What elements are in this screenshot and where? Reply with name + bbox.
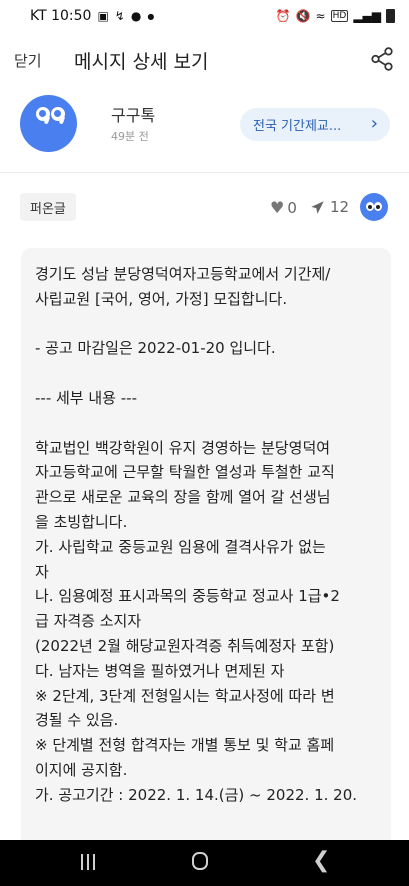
sender-name[interactable]: 구구톡 [111, 102, 155, 126]
message-line: 급 자격증 소지자 [35, 612, 142, 631]
top-bar: 닫기 메시지 상세 보기 [0, 32, 409, 88]
message-card: 경기도 성남 분당영덕여자고등학교에서 기간제/사립교원 [국어, 영어, 가정… [21, 248, 391, 848]
recent-apps-icon[interactable] [80, 854, 96, 870]
data-saver-icon: ↯ [114, 9, 125, 23]
message-line: 관으로 새로운 교육의 장을 함께 열어 갈 선생님 [35, 488, 331, 507]
message-line: 사립교원 [국어, 영어, 가정] 모집합니다. [35, 289, 288, 308]
like-count: 0 [287, 198, 297, 217]
message-line: --- 세부 내용 --- [35, 388, 137, 407]
channel-label: 전국 기간제교... [253, 119, 342, 134]
message-line: (2022년 2월 해당교원자격증 취득예정자 포함) [35, 636, 335, 655]
message-line: ※ 2단계, 3단계 전형일시는 학교사정에 따라 변 [35, 686, 335, 705]
message-line [35, 411, 383, 436]
chevron-right-icon: › [370, 113, 378, 134]
alarm-icon: ⏰ [275, 9, 291, 23]
battery-icon [386, 9, 395, 23]
message-line: ※ 단계별 전형 합격자는 개별 통보 및 학교 홈페 [35, 736, 335, 755]
message-line: 경기도 성남 분당영덕여자고등학교에서 기간제/ [35, 265, 331, 283]
share-count: 12 [330, 198, 350, 216]
message-line: 자 [35, 562, 49, 581]
sender-time: 49분 전 [111, 130, 149, 143]
message-line: 다. 남자는 병역을 필하였거나 면제된 자 [35, 661, 285, 680]
message-line: 가. 공고기간 : 2022. 1. 14.(금) ~ 2022. 1. 20. [35, 785, 358, 804]
avatar-eye-icon [374, 202, 382, 211]
home-icon[interactable] [192, 852, 208, 870]
message-line [35, 361, 383, 386]
message-line: - 공고 마감일은 2022-01-20 입니다. [35, 339, 276, 358]
avatar-eye-icon [366, 202, 374, 211]
like-button[interactable]: ♥ 0 [270, 198, 297, 217]
message-line: 을 초빙합니다. [35, 512, 128, 531]
avatar-eye-icon [51, 107, 65, 121]
repost-badge: 퍼온글 [20, 193, 76, 221]
message-line: 이지에 공지함. [35, 760, 128, 779]
signal-icon: ▂▄▆ [353, 9, 381, 23]
page-title: 메시지 상세 보기 [74, 50, 209, 73]
message-meta: 퍼온글 ♥ 0 12 [0, 190, 409, 226]
share-icon[interactable] [369, 46, 395, 72]
message-body: 경기도 성남 분당영덕여자고등학교에서 기간제/사립교원 [국어, 영어, 가정… [35, 262, 383, 808]
send-icon [311, 200, 324, 214]
heart-icon: ♥ [270, 198, 285, 217]
status-bar: KT 10:50 ▣ ↯ ● ● ⏰ 🔇 ≈ HD ▂▄▆ [0, 0, 409, 32]
back-icon[interactable]: ❮ [312, 848, 330, 873]
sender-profile: 구구톡 49분 전 전국 기간제교... › [0, 88, 409, 170]
system-nav-bar: ❮ [0, 840, 409, 886]
wifi-icon: ≈ [315, 9, 326, 23]
carrier-time: KT 10:50 [30, 8, 92, 24]
avatar-eye-icon [36, 107, 50, 121]
photo-icon: ▣ [97, 9, 109, 23]
avatar[interactable] [20, 95, 77, 152]
dot-icon: ● [147, 11, 155, 21]
chat-icon: ● [130, 9, 142, 23]
channel-button[interactable]: 전국 기간제교... › [240, 108, 390, 141]
divider [0, 172, 409, 173]
mute-icon: 🔇 [295, 9, 311, 23]
message-line: 학교법인 백강학원이 유지 경영하는 분당영덕여 [35, 438, 331, 457]
my-avatar[interactable] [360, 193, 388, 221]
hd-icon: HD [330, 10, 349, 22]
share-count-button[interactable]: 12 [310, 198, 349, 216]
close-button[interactable]: 닫기 [14, 50, 42, 71]
message-line: 나. 임용예정 표시과목의 중등학교 정교사 1급•2 [35, 587, 340, 606]
message-line: 경될 수 있음. [35, 711, 119, 730]
message-line: 가. 사립학교 중등교원 임용에 결격사유가 없는 [35, 537, 326, 556]
message-line [35, 312, 383, 337]
message-line: 자고등학교에 근무할 탁월한 열성과 투철한 교직 [35, 463, 335, 482]
